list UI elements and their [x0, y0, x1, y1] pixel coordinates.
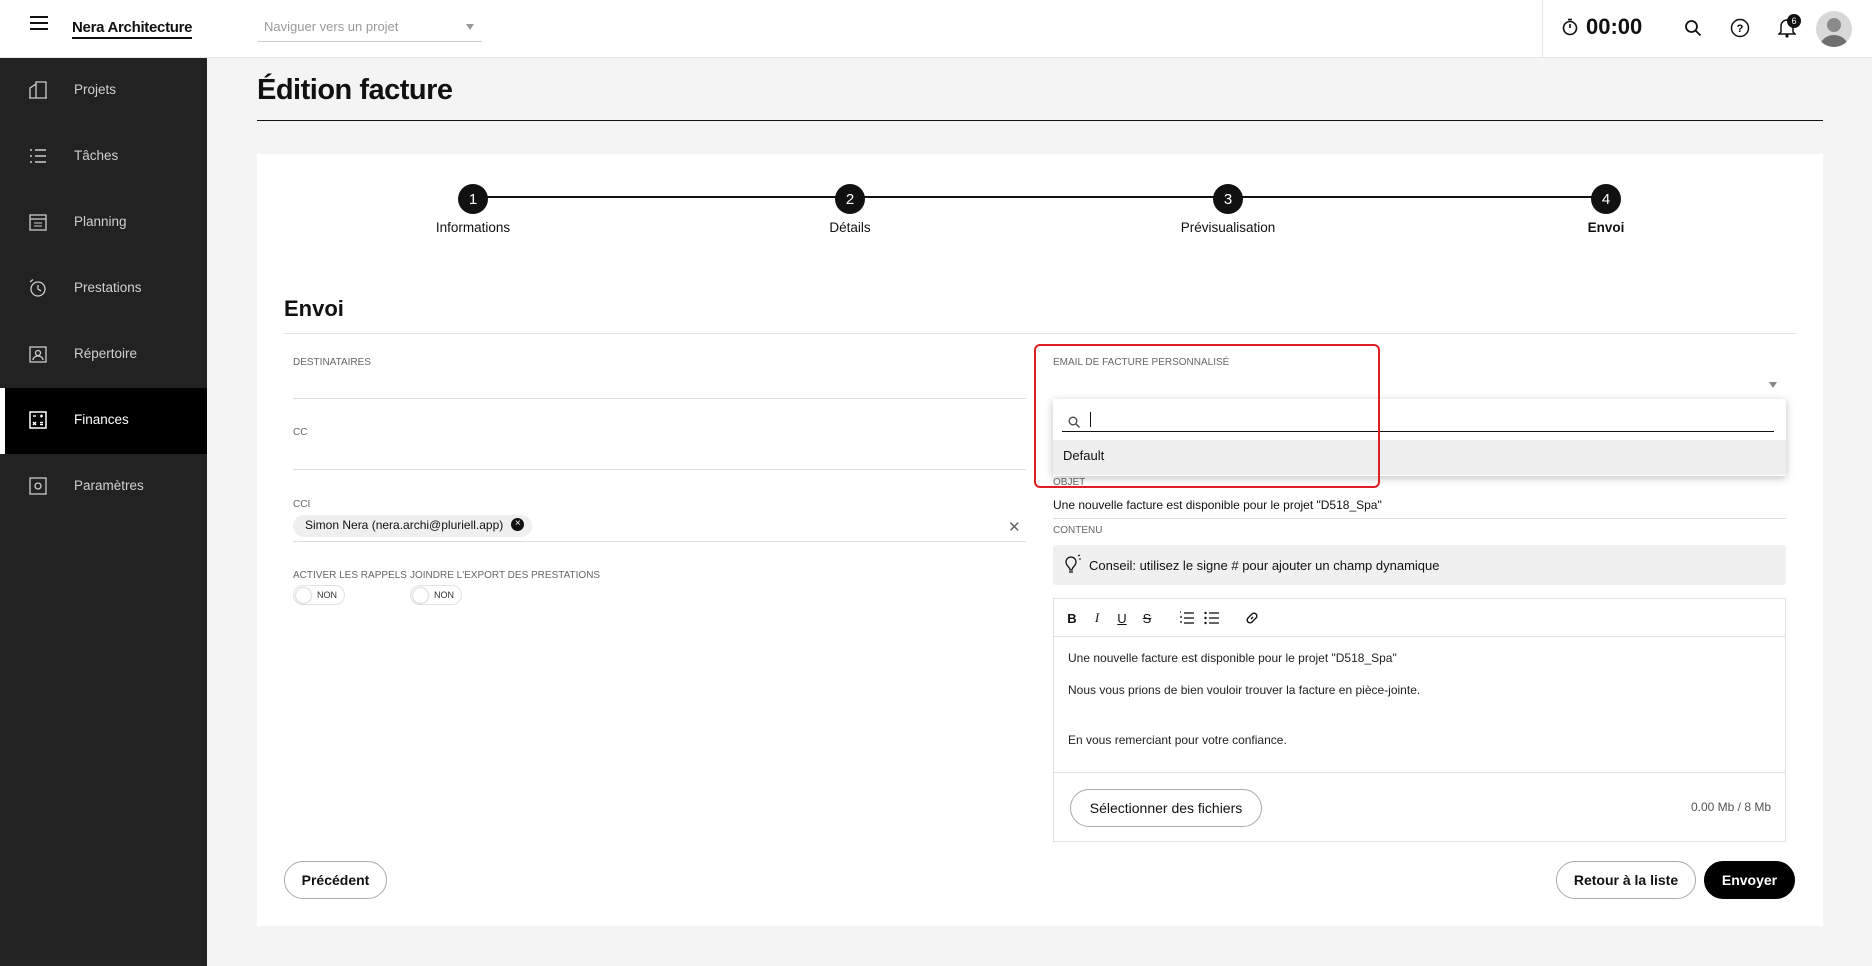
subject-underline: [1053, 518, 1786, 519]
step-3-label[interactable]: Prévisualisation: [1148, 220, 1308, 235]
step-2-label[interactable]: Détails: [770, 220, 930, 235]
remove-chip-icon[interactable]: ×: [511, 518, 525, 531]
section-title: Envoi: [284, 296, 344, 321]
export-label: Joindre l'export des prestations: [410, 570, 601, 581]
timer-button[interactable]: 00:00: [1562, 14, 1642, 40]
highlight-box: [1034, 344, 1380, 488]
editor-paragraph: Nous vous prions de bien vouloir trouver…: [1068, 683, 1421, 697]
reminders-label: Activer les rappels: [293, 570, 407, 581]
step-2-number[interactable]: 2: [835, 184, 865, 214]
divider: [257, 120, 1823, 121]
clear-icon[interactable]: ✕: [1008, 518, 1021, 536]
help-icon[interactable]: ?: [1728, 16, 1752, 40]
step-3-number[interactable]: 3: [1213, 184, 1243, 214]
sidebar-item-label: Planning: [74, 214, 127, 229]
send-button[interactable]: Envoyer: [1704, 861, 1795, 899]
step-4-label[interactable]: Envoi: [1526, 220, 1686, 235]
back-to-list-button[interactable]: Retour à la liste: [1556, 861, 1696, 899]
strikethrough-icon[interactable]: S: [1139, 610, 1155, 626]
cci-label: CCI: [293, 499, 311, 510]
step-1-number[interactable]: 1: [458, 184, 488, 214]
editor-paragraph: Une nouvelle facture est disponible pour…: [1068, 651, 1397, 665]
cc-label: CC: [293, 427, 308, 438]
divider: [284, 333, 1796, 334]
toggle-knob: [296, 587, 311, 603]
sidebar: Projets Tâches Planning Prestations Répe…: [0, 58, 207, 966]
buildings-icon: [29, 81, 47, 99]
export-toggle[interactable]: NON: [410, 585, 462, 605]
rich-text-editor[interactable]: B I U S Une nouvelle facture est disponi…: [1053, 598, 1786, 842]
tip-banner: Conseil: utilisez le signe # pour ajoute…: [1053, 545, 1786, 585]
chevron-down-icon: [466, 24, 474, 30]
previous-button[interactable]: Précédent: [284, 861, 387, 899]
sidebar-item-repertoire[interactable]: Répertoire: [0, 322, 207, 388]
sidebar-item-label: Tâches: [74, 148, 119, 163]
sidebar-item-taches[interactable]: Tâches: [0, 124, 207, 190]
subject-input[interactable]: Une nouvelle facture est disponible pour…: [1053, 498, 1382, 512]
cc-input[interactable]: [293, 469, 1026, 470]
sidebar-item-finances[interactable]: Finances: [0, 388, 207, 454]
editor-toolbar: B I U S: [1054, 599, 1785, 637]
timer-value: 00:00: [1586, 14, 1643, 39]
settings-icon: [29, 477, 47, 495]
step-1-label[interactable]: Informations: [393, 220, 553, 235]
cci-chip-label: Simon Nera (nera.archi@pluriell.app): [305, 518, 504, 532]
chevron-down-icon[interactable]: [1769, 382, 1777, 388]
sidebar-item-projets[interactable]: Projets: [0, 58, 207, 124]
page-title: Édition facture: [257, 74, 453, 106]
svg-text:?: ?: [1737, 23, 1744, 35]
stopwatch-icon: [1562, 18, 1578, 36]
bold-icon[interactable]: B: [1064, 610, 1080, 626]
brand-logo[interactable]: Nera Architecture: [72, 19, 193, 39]
sidebar-item-parametres[interactable]: Paramètres: [0, 454, 207, 520]
project-navigator-placeholder: Naviguer vers un projet: [264, 19, 399, 34]
project-navigator-select[interactable]: Naviguer vers un projet: [258, 14, 482, 42]
cci-input[interactable]: [293, 541, 1026, 542]
ordered-list-icon[interactable]: [1179, 610, 1195, 626]
divider: [1542, 0, 1543, 58]
editor-paragraph: En vous remerciant pour votre confiance.: [1068, 733, 1287, 747]
sidebar-item-planning[interactable]: Planning: [0, 190, 207, 256]
italic-icon[interactable]: I: [1089, 610, 1105, 626]
bullet-list-icon[interactable]: [1204, 610, 1220, 626]
sidebar-item-label: Projets: [74, 82, 117, 97]
notification-badge: 6: [1787, 14, 1801, 28]
sidebar-item-label: Finances: [74, 412, 129, 427]
step-4-number[interactable]: 4: [1591, 184, 1621, 214]
calculator-icon: [29, 411, 47, 429]
sidebar-item-label: Répertoire: [74, 346, 138, 361]
notifications-bell-icon[interactable]: 6: [1775, 14, 1801, 40]
attachment-size: 0.00 Mb / 8 Mb: [1690, 800, 1771, 814]
list-icon: [30, 149, 46, 163]
top-bar: Nera Architecture Naviguer vers un proje…: [0, 0, 1872, 58]
search-icon[interactable]: [1681, 16, 1705, 40]
link-icon[interactable]: [1244, 610, 1260, 626]
toggle-knob: [413, 587, 428, 603]
recipients-input[interactable]: [293, 398, 1026, 399]
tip-text: Conseil: utilisez le signe # pour ajoute…: [1089, 557, 1440, 573]
cci-chip: Simon Nera (nera.archi@pluriell.app) ×: [293, 515, 533, 537]
calendar-icon: [29, 214, 47, 231]
sidebar-item-label: Paramètres: [74, 478, 144, 493]
attachments-area: Sélectionner des fichiers 0.00 Mb / 8 Mb: [1054, 772, 1785, 842]
underline-icon[interactable]: U: [1114, 610, 1130, 626]
reminders-toggle[interactable]: NON: [293, 585, 345, 605]
sidebar-item-label: Prestations: [74, 280, 142, 295]
select-files-button[interactable]: Sélectionner des fichiers: [1070, 789, 1262, 827]
toggle-value: NON: [317, 590, 337, 600]
menu-icon[interactable]: [30, 16, 48, 30]
toggle-value: NON: [434, 590, 454, 600]
content-label: Contenu: [1053, 525, 1103, 536]
contacts-icon: [29, 346, 47, 363]
lightbulb-icon: [1065, 554, 1081, 573]
stepper-line: [473, 196, 1606, 198]
sidebar-item-prestations[interactable]: Prestations: [0, 256, 207, 322]
recipients-label: Destinataires: [293, 357, 371, 368]
avatar[interactable]: [1816, 11, 1852, 47]
alarm-clock-icon: [29, 279, 46, 297]
